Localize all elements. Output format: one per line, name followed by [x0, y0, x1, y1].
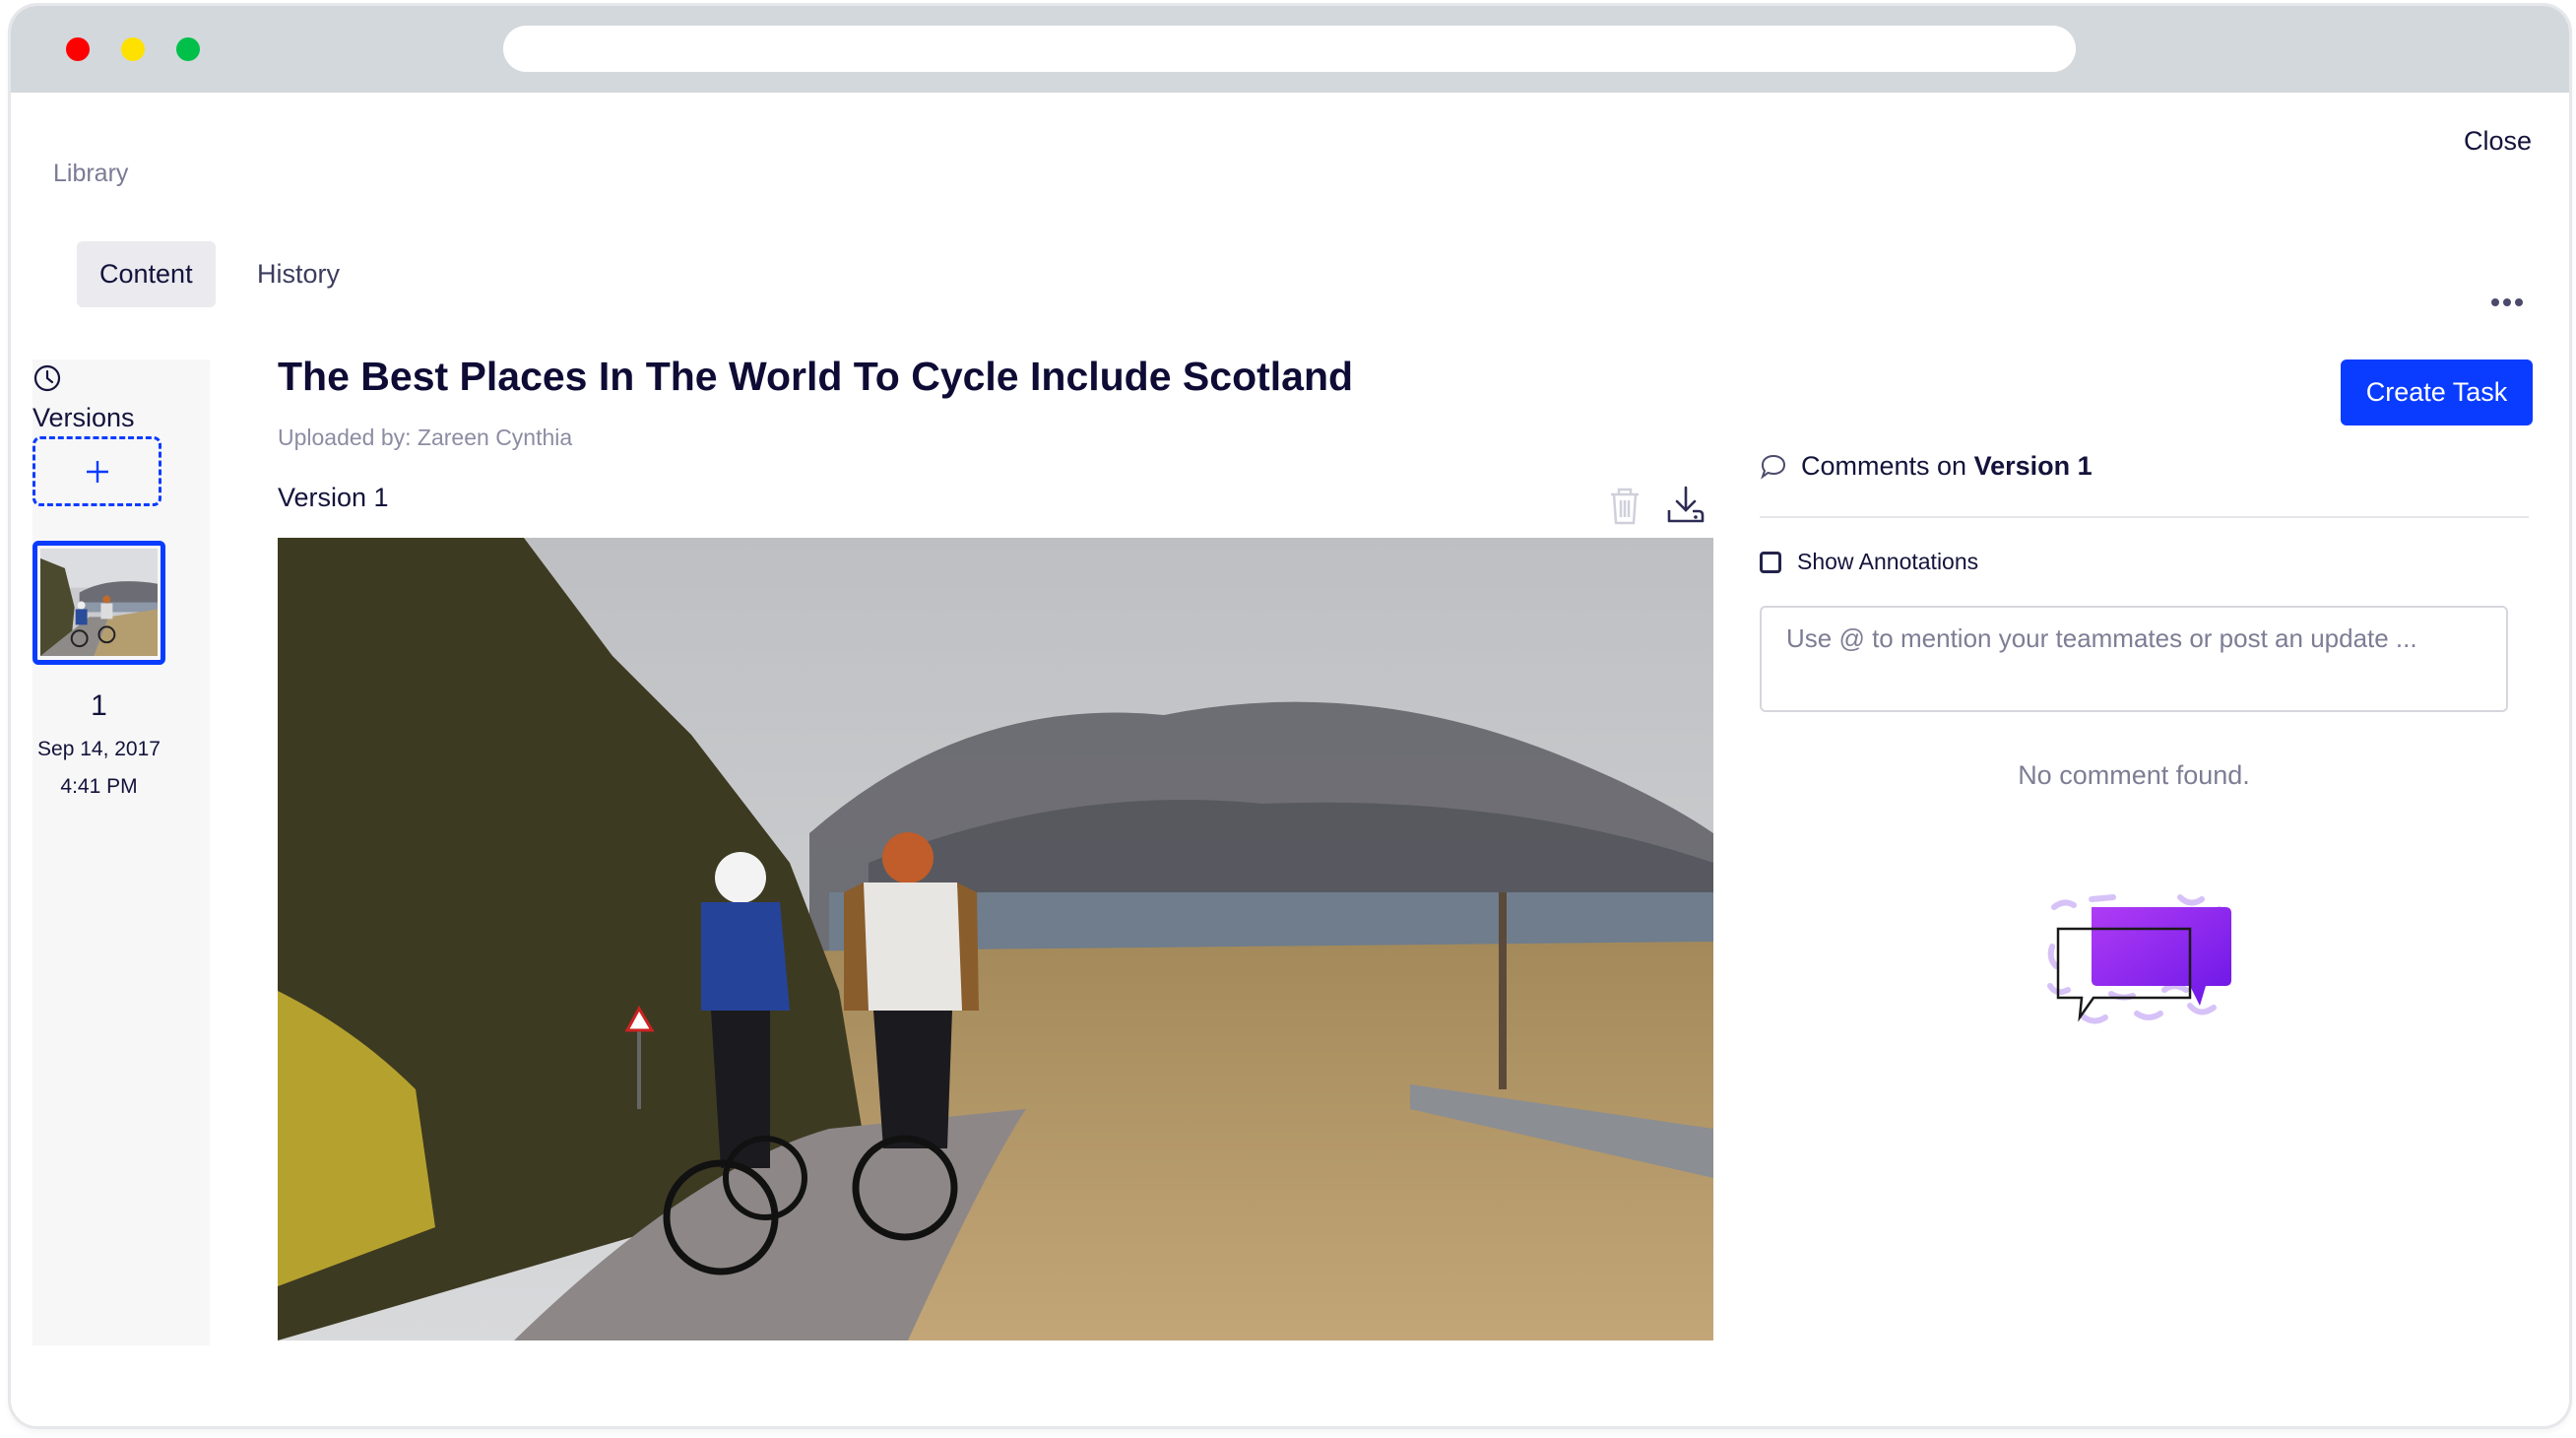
show-annotations-label: Show Annotations: [1797, 549, 1979, 574]
version-number: 1: [91, 689, 107, 722]
uploaded-by: Uploaded by: Zareen Cynthia: [278, 425, 573, 450]
show-annotations-toggle[interactable]: Show Annotations: [1760, 549, 1978, 575]
content-image[interactable]: [278, 538, 1713, 1340]
more-options-button[interactable]: [2490, 278, 2524, 316]
tab-history[interactable]: History: [234, 241, 362, 307]
window-minimize-button[interactable]: [121, 37, 145, 61]
create-task-button[interactable]: Create Task: [2341, 360, 2533, 425]
version-date: Sep 14, 2017: [37, 738, 161, 760]
address-bar[interactable]: [503, 26, 2076, 72]
page-title: The Best Places In The World To Cycle In…: [278, 354, 1354, 399]
plus-icon: [86, 460, 108, 483]
versions-sidebar: Versions 1 Sep 14, 2017 4:41 PM: [32, 360, 210, 1345]
cycling-scotland-photo: [278, 538, 1713, 1340]
comments-heading: Comments on Version 1: [1760, 451, 2093, 482]
comments-heading-version: Version 1: [1973, 451, 2093, 481]
versions-title: Versions: [32, 403, 135, 432]
comments-heading-prefix: Comments on: [1801, 451, 1974, 481]
more-horizontal-icon: [2491, 298, 2523, 306]
browser-window: Library Close Content History Versions 1…: [8, 3, 2572, 1429]
trash-icon: [1611, 488, 1639, 525]
window-close-button[interactable]: [66, 37, 90, 61]
comment-bubble-icon: [1761, 454, 1786, 480]
window-maximize-button[interactable]: [176, 37, 200, 61]
show-annotations-checkbox[interactable]: [1760, 551, 1781, 573]
delete-button[interactable]: [1607, 485, 1646, 528]
download-button[interactable]: [1665, 485, 1705, 528]
clock-icon: [33, 364, 61, 392]
version-thumbnail[interactable]: [32, 541, 165, 665]
version-thumbnail-image: [40, 549, 158, 657]
comments-divider: [1760, 516, 2529, 518]
tab-content[interactable]: Content: [77, 241, 216, 307]
empty-comments-message: No comment found.: [2018, 760, 2250, 790]
browser-chrome: [11, 6, 2569, 93]
comment-input[interactable]: [1760, 606, 2508, 712]
version-label: Version 1: [278, 483, 389, 512]
close-button[interactable]: Close: [2464, 126, 2532, 157]
version-time: 4:41 PM: [60, 775, 138, 798]
download-icon: [1667, 486, 1705, 523]
empty-comments-illustration: [2047, 894, 2231, 1024]
breadcrumb-library[interactable]: Library: [53, 160, 128, 188]
add-version-button[interactable]: [32, 436, 161, 506]
